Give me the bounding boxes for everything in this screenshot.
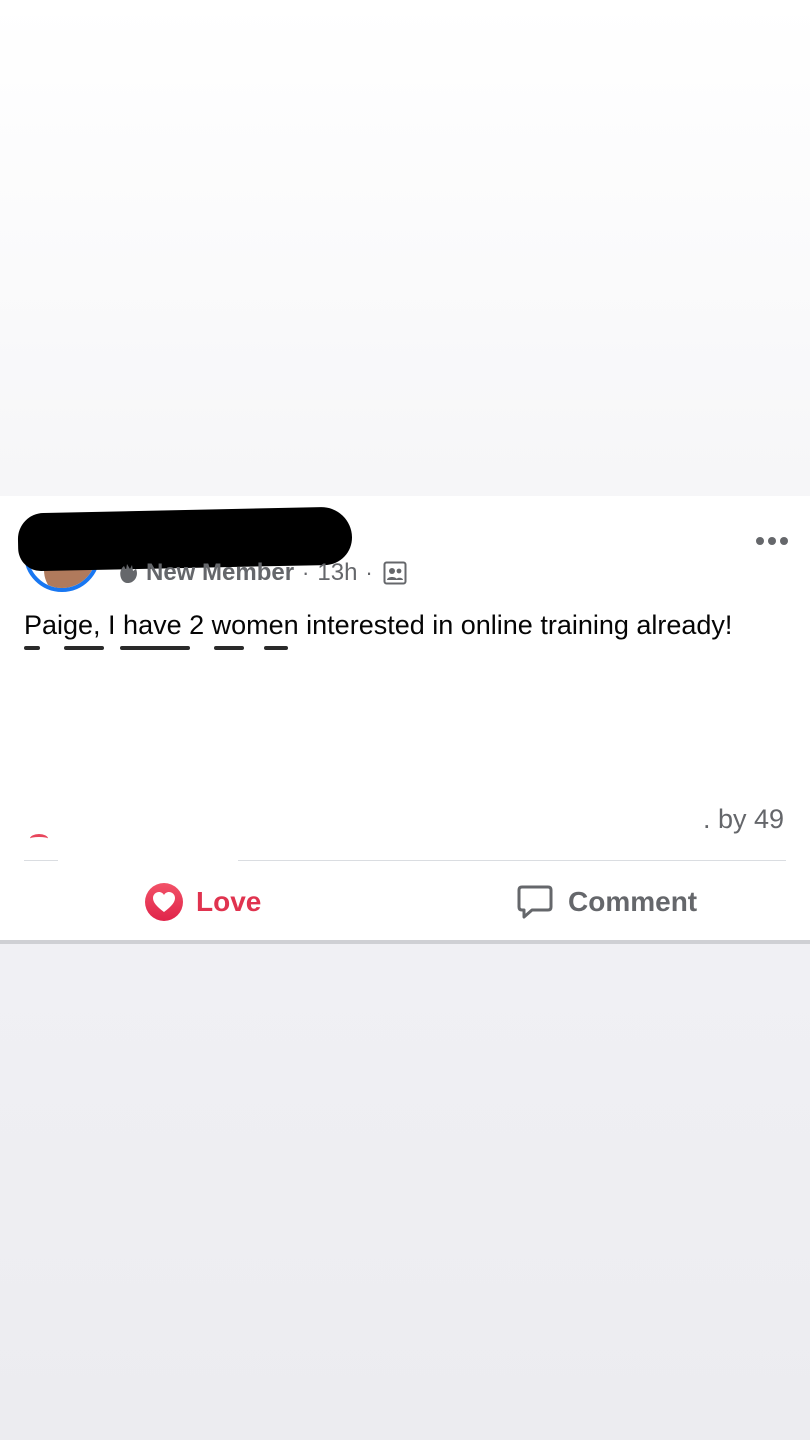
more-horizontal-icon bbox=[780, 537, 788, 545]
group-audience-icon bbox=[383, 561, 407, 585]
meta-separator: · bbox=[302, 560, 310, 585]
more-horizontal-icon bbox=[756, 537, 764, 545]
more-options-button[interactable] bbox=[752, 526, 792, 556]
love-label: Love bbox=[196, 886, 262, 917]
reactions-count[interactable]: . by 49 bbox=[703, 804, 784, 835]
post-meta: New Member · 13h · bbox=[116, 558, 407, 588]
more-horizontal-icon bbox=[768, 537, 776, 545]
post-time[interactable]: 13h bbox=[317, 559, 357, 587]
meta-separator: · bbox=[365, 560, 373, 585]
post-text-cutoff bbox=[24, 644, 324, 652]
heart-icon bbox=[145, 883, 183, 921]
new-member-badge-icon bbox=[120, 564, 137, 584]
divider bbox=[24, 860, 58, 861]
divider bbox=[238, 860, 786, 861]
love-button[interactable]: Love bbox=[144, 876, 261, 928]
comment-button[interactable]: Comment bbox=[516, 876, 697, 928]
reaction-icon-fragment bbox=[30, 834, 48, 843]
comment-label: Comment bbox=[568, 886, 698, 917]
comment-bubble-icon bbox=[517, 885, 553, 919]
member-badge-label[interactable]: New Member bbox=[146, 559, 294, 587]
